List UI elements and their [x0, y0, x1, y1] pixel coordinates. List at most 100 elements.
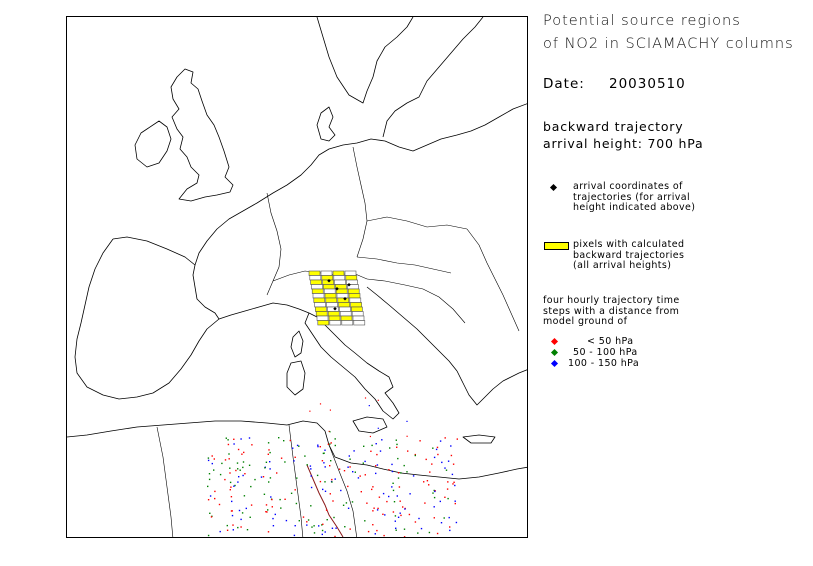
trajectory-dot — [268, 481, 270, 483]
legend-panel: Potential source regions of NO2 in SCIAM… — [543, 10, 808, 369]
trajectory-dot — [450, 445, 452, 447]
trajectory-dot — [283, 440, 285, 442]
pixel-cell — [327, 311, 340, 317]
trajectory-dot — [296, 477, 298, 479]
pixel-cell — [338, 302, 350, 308]
trajectory-dot — [269, 477, 272, 479]
trajectory-dot — [367, 530, 370, 533]
trajectory-dot — [219, 530, 221, 533]
pixel-cell — [345, 275, 358, 281]
africa-border-2 — [328, 444, 358, 537]
pixel-cell — [314, 302, 326, 308]
trajectory-dot — [296, 444, 299, 447]
trajectory-dot — [332, 500, 334, 502]
trajectory-dot — [243, 495, 246, 497]
trajectory-dot — [319, 480, 322, 483]
trajectory-dot — [214, 490, 216, 493]
trajectory-dot — [211, 455, 213, 457]
pixel-cell — [333, 275, 346, 281]
trajectory-dot — [392, 482, 394, 484]
pixel-cell — [353, 320, 366, 326]
trajectory-dot — [456, 438, 458, 440]
trajectory-dot — [400, 472, 402, 474]
trajectory-dot — [316, 474, 319, 477]
trajectory-dot — [382, 513, 384, 515]
trajectory-dot — [318, 525, 320, 527]
trajectory-dot — [228, 458, 230, 460]
ireland-outline — [134, 120, 172, 168]
trajectory-dot — [420, 527, 423, 530]
trajectory-dot — [454, 484, 456, 487]
trajectory-dot — [298, 520, 300, 522]
trajectory-dot — [349, 528, 351, 530]
germany-east-border — [352, 146, 368, 258]
trajectory-dot — [398, 486, 401, 488]
trajectory-dot — [229, 489, 231, 491]
trajectory-dot — [382, 492, 385, 495]
trajectory-dot — [334, 444, 336, 447]
trajectory-dot — [221, 462, 223, 465]
balkan-border — [366, 278, 466, 324]
trajectory-dot — [369, 435, 371, 438]
trajectory-dot — [396, 443, 398, 446]
trajectory-dot — [428, 531, 431, 534]
pixel-cell — [315, 306, 327, 312]
trajectory-dot — [360, 491, 362, 493]
corsica-outline — [290, 330, 304, 358]
pixel-cell — [316, 315, 329, 321]
austria-hungary-border — [356, 256, 452, 274]
trajectory-dot — [293, 534, 296, 537]
norway-coast — [316, 17, 414, 104]
trajectory-dot — [428, 484, 430, 486]
trajectory-dot — [237, 526, 239, 529]
trajectory-dot — [434, 490, 436, 493]
trajectory-dot — [319, 403, 322, 405]
trajectory-dot — [407, 450, 409, 452]
trajectory-dot — [379, 450, 382, 452]
trajectory-dot — [233, 438, 235, 440]
trajectory-dot — [238, 476, 240, 478]
trajectory-dot — [280, 507, 282, 509]
pixel-cell — [323, 288, 336, 294]
trajectory-dot — [453, 481, 455, 483]
trajectory-dot — [323, 462, 325, 464]
trajectory-dot — [437, 453, 439, 456]
trajectory-dot — [406, 420, 408, 422]
trajectory-dot — [236, 462, 239, 464]
trajectory-dot — [417, 532, 419, 534]
trajectory-dot — [268, 449, 270, 451]
pixel-cell — [328, 315, 341, 321]
trajectory-dot — [376, 509, 379, 511]
pixel-cell — [348, 293, 361, 299]
trajectory-dot — [231, 500, 233, 503]
trajectory-dot — [444, 467, 446, 469]
trajectory-dot — [371, 488, 373, 491]
trajectory-dot — [451, 473, 454, 476]
trajectory-dot — [433, 506, 435, 508]
trajectory-dot — [324, 531, 326, 533]
trajectory-dot — [372, 486, 374, 488]
trajectory-dot — [267, 509, 269, 511]
trajectory-dot — [374, 533, 376, 535]
trajectory-dot — [298, 445, 300, 447]
trajectory-dot — [377, 507, 379, 510]
trajectory-dot — [348, 455, 350, 457]
trajectory-dot — [242, 466, 244, 469]
trajectory-dot — [207, 457, 210, 459]
trajectory-dot — [241, 453, 243, 455]
legend-pixels-text: pixels with calculated backward trajecto… — [573, 239, 685, 271]
trajectory-dot — [237, 468, 239, 470]
trajectory-dot — [243, 451, 245, 454]
trajectory-line-2: arrival height: 700 hPa — [543, 136, 704, 151]
trajectory-dot — [272, 525, 275, 527]
trajectory-dot — [284, 498, 286, 500]
trajectory-dot — [450, 454, 453, 457]
pixel-cell — [332, 270, 345, 276]
trajectory-dot — [324, 466, 326, 468]
trajectory-dot — [269, 468, 271, 470]
crete-outline — [462, 434, 496, 444]
trajectory-dot — [409, 493, 411, 495]
pixel-cell — [329, 320, 342, 326]
trajectory-dot — [240, 438, 242, 440]
trajectory-dot — [321, 460, 324, 462]
